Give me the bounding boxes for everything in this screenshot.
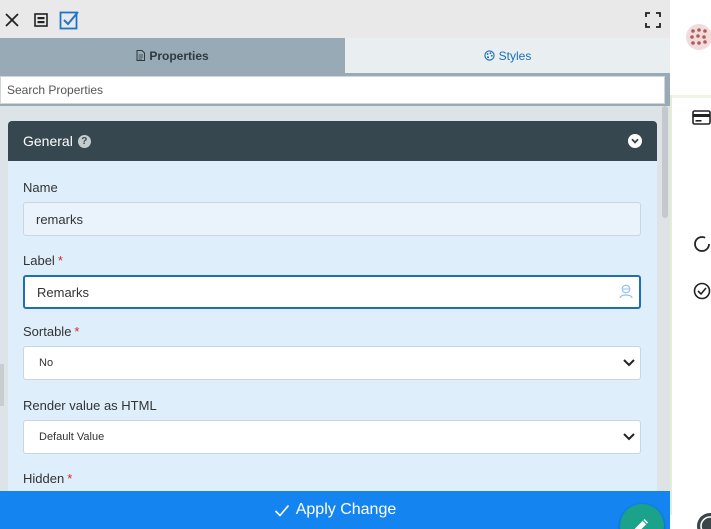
render-html-field: Render value as HTML Default Value — [23, 398, 641, 454]
document-icon — [136, 50, 146, 61]
label-field-caption: Label * — [23, 253, 641, 271]
render-html-label: Render value as HTML — [23, 398, 157, 413]
divider — [670, 95, 711, 98]
name-input[interactable] — [23, 202, 641, 236]
sortable-field-caption: Sortable * — [23, 324, 641, 342]
apply-change-label: Apply Change — [295, 501, 397, 518]
required-marker: * — [67, 471, 73, 486]
general-section: General ? Name Label* — [8, 121, 657, 491]
loading-circle-icon — [694, 236, 710, 252]
label-label: Label — [23, 253, 55, 268]
tab-properties-label: Properties — [149, 48, 209, 63]
label-input-wrap — [23, 275, 641, 309]
credit-card-icon[interactable] — [692, 110, 711, 125]
hidden-field-caption: Hidden * — [23, 471, 641, 489]
render-html-select[interactable]: Default Value — [23, 420, 641, 454]
render-html-selected-value: Default Value — [39, 431, 105, 443]
sortable-selected-value: No — [39, 357, 54, 369]
check-circle-icon — [693, 282, 711, 300]
properties-body: General ? Name Label* — [0, 106, 670, 491]
apply-change-button[interactable]: Apply Change — [0, 491, 670, 529]
panel-edge-handle[interactable] — [0, 364, 4, 406]
general-section-header[interactable]: General ? — [8, 121, 657, 161]
fullscreen-icon[interactable] — [643, 10, 663, 30]
tab-styles[interactable]: Styles — [345, 38, 670, 73]
search-input[interactable] — [0, 76, 665, 104]
checkbox-icon[interactable] — [59, 10, 79, 30]
label-input[interactable] — [23, 275, 641, 309]
sortable-label: Sortable — [23, 324, 72, 339]
hidden-label: Hidden — [23, 471, 65, 486]
close-icon[interactable] — [2, 10, 22, 30]
pencil-icon — [634, 519, 648, 529]
label-field: Label * — [23, 253, 641, 309]
tab-styles-label: Styles — [498, 48, 532, 63]
divider — [670, 95, 672, 515]
person-icon[interactable] — [619, 284, 633, 304]
panel-tabs: Properties Styles — [0, 38, 670, 73]
chevron-down-icon — [623, 433, 635, 441]
background-app-strip — [670, 0, 711, 529]
name-label: Name — [23, 180, 58, 195]
search-bar — [0, 73, 670, 106]
question-icon[interactable]: ? — [77, 134, 91, 148]
hidden-field: Hidden * — [23, 471, 641, 489]
logo-icon — [686, 24, 711, 50]
panel-toolbar — [0, 0, 670, 40]
sortable-field: Sortable * No — [23, 324, 641, 380]
name-field: Name — [23, 180, 641, 236]
scrollbar-thumb[interactable] — [662, 106, 668, 218]
palette-icon — [484, 50, 495, 61]
chevron-down-icon — [623, 359, 635, 367]
check-icon — [274, 504, 289, 517]
required-marker: * — [57, 253, 63, 268]
required-marker: * — [74, 324, 80, 339]
circle-button-icon[interactable] — [696, 512, 711, 529]
panel-icon[interactable] — [31, 10, 51, 30]
chevron-down-circle-icon[interactable] — [628, 134, 642, 148]
tab-properties[interactable]: Properties — [0, 38, 345, 73]
sortable-select[interactable]: No — [23, 346, 641, 380]
section-title: General — [23, 133, 73, 149]
